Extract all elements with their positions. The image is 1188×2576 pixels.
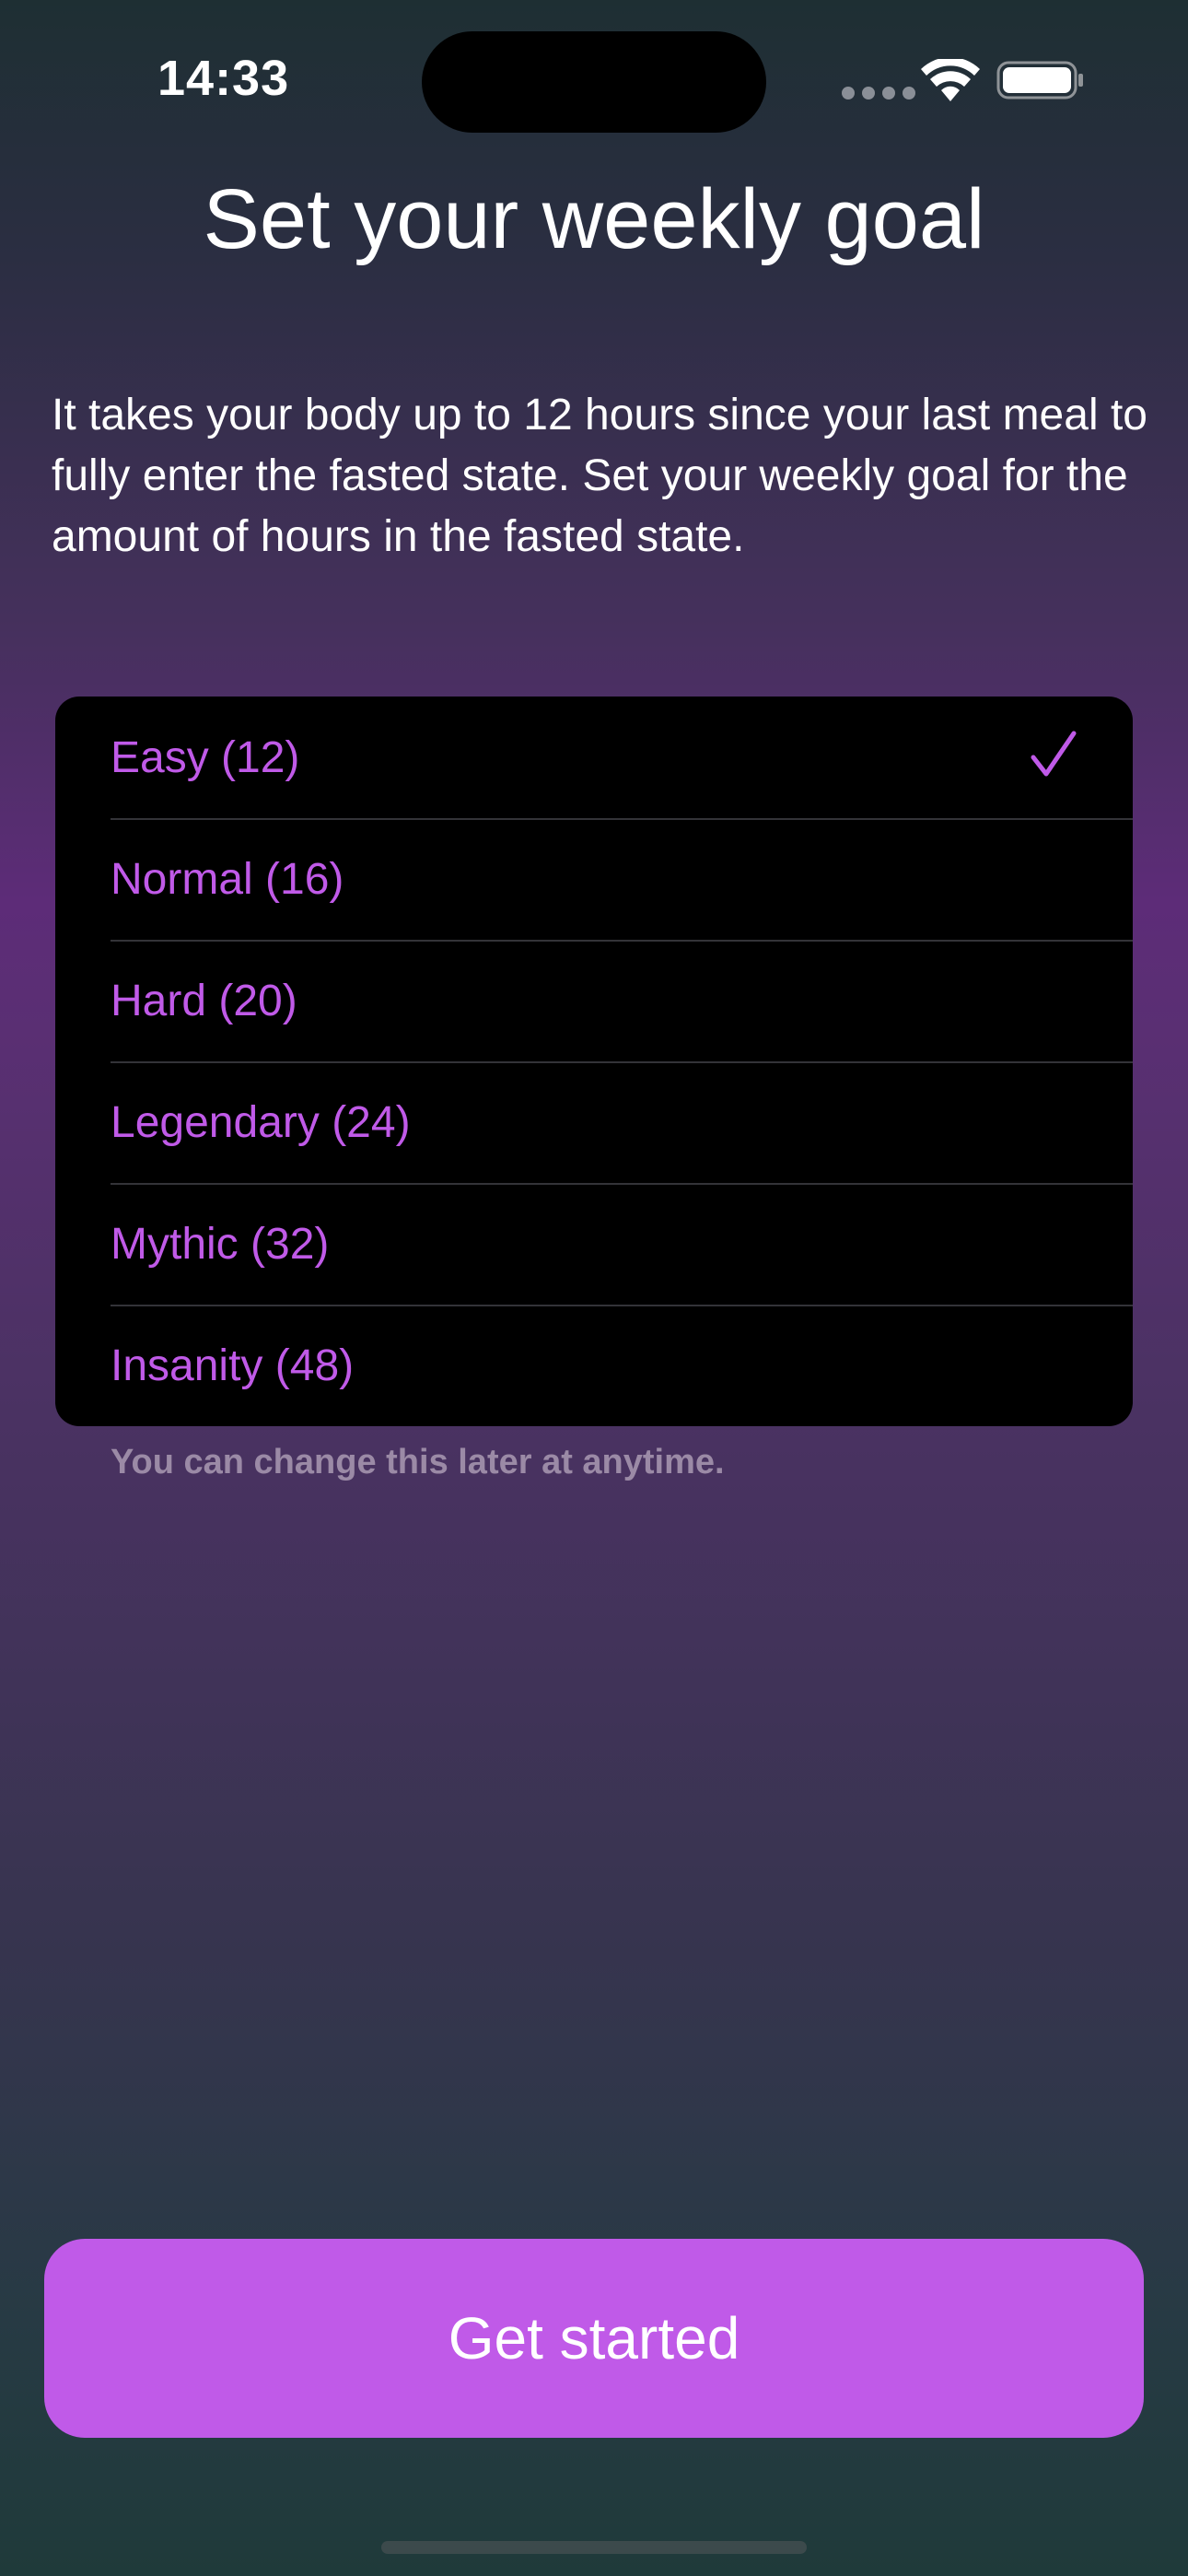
get-started-button[interactable]: Get started — [44, 2239, 1144, 2438]
goal-options-list: Easy (12) Normal (16) Hard (20) Legendar… — [55, 697, 1133, 1426]
option-hard[interactable]: Hard (20) — [55, 940, 1133, 1061]
goal-description: It takes your body up to 12 hours since … — [52, 391, 1147, 561]
dynamic-island — [422, 31, 766, 133]
option-label: Legendary (24) — [111, 1097, 411, 1147]
option-label: Hard (20) — [111, 976, 297, 1025]
status-bar-time: 14:33 — [157, 51, 290, 106]
wifi-icon — [921, 59, 980, 101]
option-mythic[interactable]: Mythic (32) — [55, 1183, 1133, 1305]
option-label: Mythic (32) — [111, 1219, 330, 1269]
page-title: Set your weekly goal — [203, 172, 985, 266]
option-easy[interactable]: Easy (12) — [55, 697, 1133, 818]
option-insanity[interactable]: Insanity (48) — [55, 1305, 1133, 1426]
cellular-signal-icon — [842, 87, 915, 100]
change-later-footnote: You can change this later at anytime. — [111, 1443, 725, 1481]
checkmark-icon — [1031, 731, 1077, 777]
option-legendary[interactable]: Legendary (24) — [55, 1061, 1133, 1183]
option-label: Easy (12) — [111, 732, 300, 782]
option-label: Insanity (48) — [111, 1341, 355, 1390]
battery-icon — [996, 61, 1083, 100]
home-indicator[interactable] — [381, 2541, 807, 2554]
option-label: Normal (16) — [111, 854, 344, 904]
option-normal[interactable]: Normal (16) — [55, 818, 1133, 940]
